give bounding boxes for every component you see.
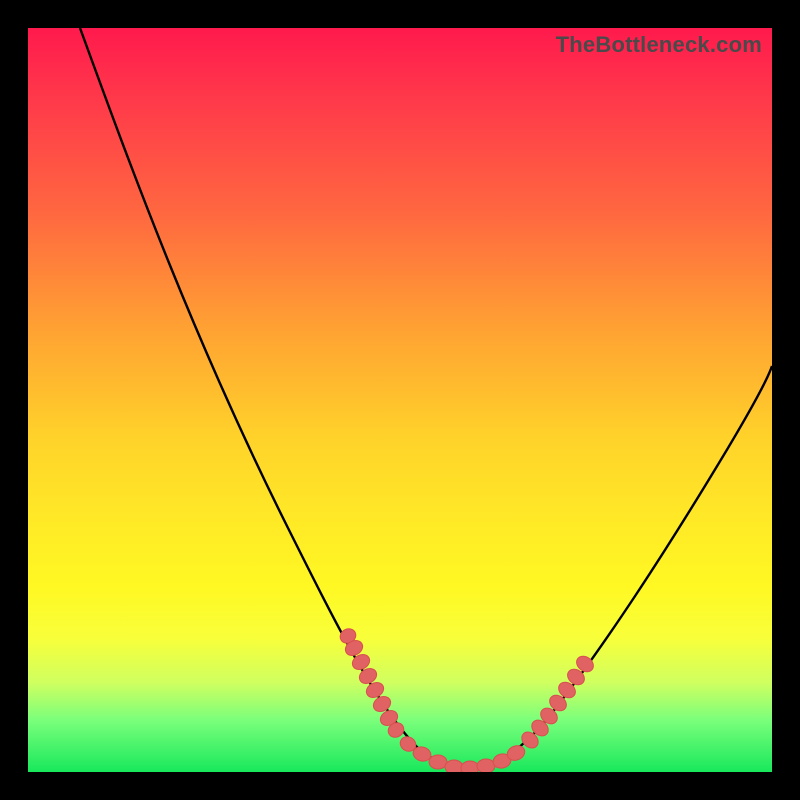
chart-frame: TheBottleneck.com xyxy=(0,0,800,800)
highlight-markers xyxy=(338,626,597,772)
bottleneck-curve-path xyxy=(80,28,772,768)
marker-dot xyxy=(429,755,447,769)
marker-dot xyxy=(477,759,495,772)
marker-dot xyxy=(461,761,479,772)
curve-svg xyxy=(28,28,772,772)
marker-dot xyxy=(445,760,463,772)
plot-area: TheBottleneck.com xyxy=(28,28,772,772)
